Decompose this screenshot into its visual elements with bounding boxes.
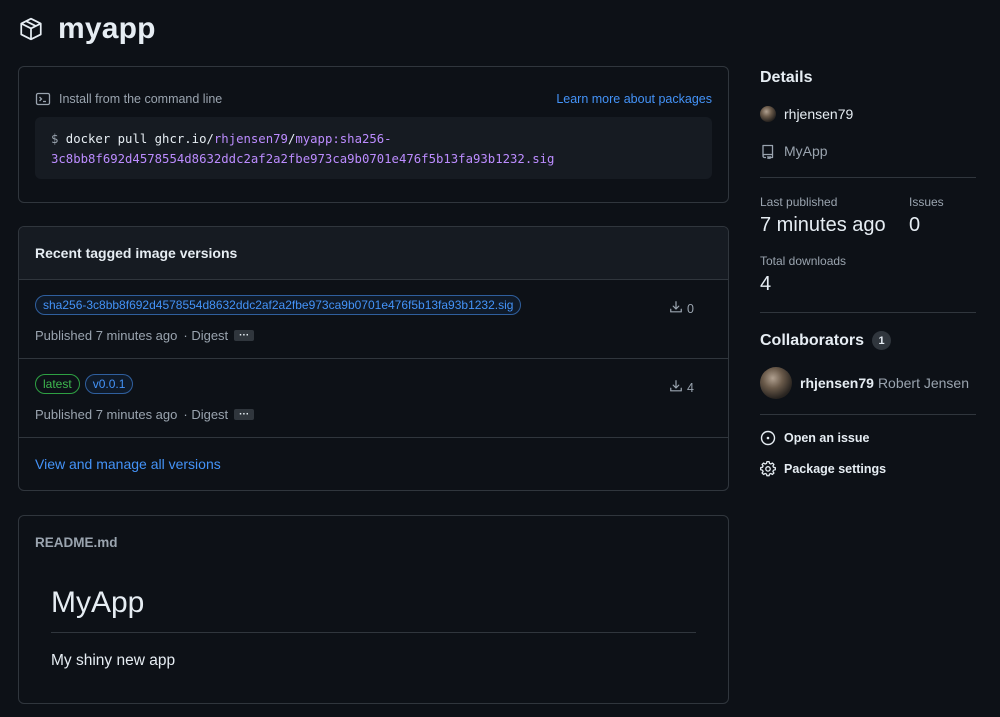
sidebar-divider bbox=[760, 414, 976, 415]
sidebar-divider bbox=[760, 312, 976, 313]
digest-label: · Digest bbox=[183, 328, 229, 343]
last-published-stat: Last published 7 minutes ago bbox=[760, 195, 886, 237]
versions-title: Recent tagged image versions bbox=[35, 245, 238, 261]
downloads-label: Total downloads bbox=[760, 254, 847, 268]
repo-name: MyApp bbox=[784, 143, 828, 159]
collaborator-fullname: Robert Jensen bbox=[877, 375, 969, 391]
install-panel: Install from the command line Learn more… bbox=[18, 66, 729, 203]
downloads-value: 4 bbox=[760, 273, 772, 295]
package-icon bbox=[18, 16, 44, 42]
readme-panel: README.md MyApp My shiny new app bbox=[18, 515, 729, 704]
page-title: myapp bbox=[58, 12, 156, 45]
gear-icon bbox=[760, 461, 776, 477]
downloads-stat: Total downloads 4 bbox=[760, 254, 846, 296]
view-all-versions-link[interactable]: View and manage all versions bbox=[35, 456, 221, 472]
open-issue-label: Open an issue bbox=[784, 431, 870, 445]
install-label: Install from the command line bbox=[59, 92, 223, 106]
owner-link[interactable]: rhjensen79 bbox=[760, 106, 853, 122]
details-title: Details bbox=[760, 69, 813, 86]
install-command[interactable]: $ docker pull ghcr.io/rhjensen79/myapp:s… bbox=[35, 117, 712, 179]
download-count-value: 0 bbox=[687, 301, 694, 316]
owner-name: rhjensen79 bbox=[784, 106, 854, 122]
versions-panel: Recent tagged image versions sha256-3c8b… bbox=[18, 226, 729, 491]
digest-expand-button[interactable]: ··· bbox=[234, 409, 255, 420]
open-issue-link[interactable]: Open an issue bbox=[760, 430, 869, 446]
digest-label: · Digest bbox=[183, 407, 229, 422]
readme-filename: README.md bbox=[35, 535, 118, 550]
command-image: myapp:sha256- bbox=[295, 132, 392, 146]
issue-opened-icon bbox=[760, 430, 776, 446]
repo-link[interactable]: MyApp bbox=[760, 143, 828, 159]
package-settings-link[interactable]: Package settings bbox=[760, 461, 886, 477]
readme-title: MyApp bbox=[51, 586, 145, 619]
download-icon bbox=[669, 379, 683, 396]
published-text: Published 7 minutes ago bbox=[35, 407, 178, 422]
issues-value: 0 bbox=[909, 214, 921, 236]
readme-divider bbox=[51, 632, 696, 633]
versions-header: Recent tagged image versions bbox=[19, 227, 728, 280]
issues-label: Issues bbox=[909, 195, 944, 209]
digest-expand-button[interactable]: ··· bbox=[234, 330, 255, 341]
command-owner: rhjensen79 bbox=[213, 132, 288, 146]
learn-more-link[interactable]: Learn more about packages bbox=[556, 92, 712, 106]
collaborator-avatar bbox=[760, 367, 792, 399]
collaborator-username: rhjensen79 bbox=[800, 375, 874, 391]
download-count: 0 bbox=[669, 300, 694, 317]
download-count-value: 4 bbox=[687, 380, 694, 395]
last-published-value: 7 minutes ago bbox=[760, 214, 886, 236]
repo-icon bbox=[760, 143, 776, 159]
version-tag-semver[interactable]: v0.0.1 bbox=[84, 374, 134, 394]
collaborators-header: Collaborators 1 bbox=[760, 331, 892, 350]
command-prefix: docker pull ghcr.io/ bbox=[58, 132, 214, 146]
version-tag-latest[interactable]: latest bbox=[35, 374, 80, 394]
command-image-cont: 3c8bb8f692d4578554d8632ddc2af2a2fbe973ca… bbox=[51, 152, 555, 166]
readme-text: My shiny new app bbox=[51, 652, 176, 669]
collaborators-title: Collaborators bbox=[760, 331, 865, 349]
collaborators-count-badge: 1 bbox=[872, 331, 892, 350]
version-row: latest v0.0.1 Published 7 minutes ago · … bbox=[19, 359, 728, 438]
version-tag[interactable]: sha256-3c8bb8f692d4578554d8632ddc2af2a2f… bbox=[35, 295, 522, 315]
version-row: sha256-3c8bb8f692d4578554d8632ddc2af2a2f… bbox=[19, 280, 728, 359]
published-text: Published 7 minutes ago bbox=[35, 328, 178, 343]
download-count: 4 bbox=[669, 379, 694, 396]
package-settings-label: Package settings bbox=[784, 462, 887, 476]
owner-avatar bbox=[760, 106, 776, 122]
download-icon bbox=[669, 300, 683, 317]
sidebar-divider bbox=[760, 177, 976, 178]
issues-stat: Issues 0 bbox=[909, 195, 944, 237]
collaborator-item[interactable]: rhjensen79 Robert Jensen bbox=[760, 367, 969, 399]
page-header: myapp bbox=[18, 12, 156, 46]
terminal-icon bbox=[35, 91, 51, 107]
last-published-label: Last published bbox=[760, 195, 838, 209]
